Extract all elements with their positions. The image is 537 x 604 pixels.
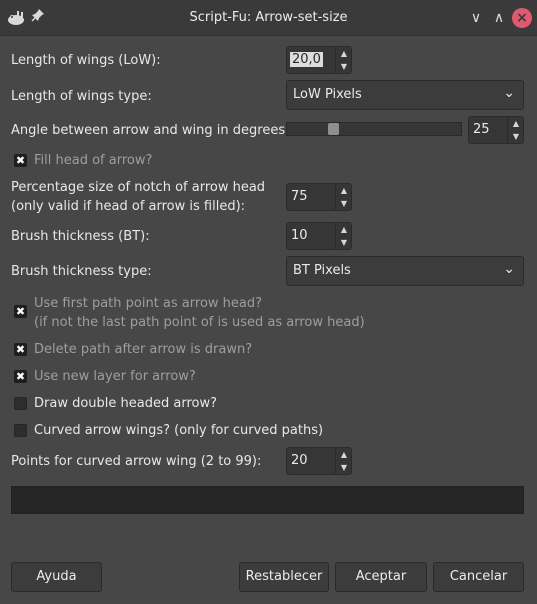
points-increment-icon[interactable]: ▲ xyxy=(336,448,352,461)
low-label: Length of wings (LoW): xyxy=(11,53,161,68)
bt-spinbox[interactable]: 10 ▲ ▼ xyxy=(286,222,352,250)
title-bar: Script-Fu: Arrow-set-size ∨ ∧ × xyxy=(0,0,537,36)
bt-increment-icon[interactable]: ▲ xyxy=(336,223,352,236)
new-layer-checkbox[interactable]: ✖ xyxy=(14,370,27,383)
points-spinbox[interactable]: 20 ▲ ▼ xyxy=(286,447,352,475)
angle-slider-handle[interactable] xyxy=(328,123,339,135)
curved-label: Curved arrow wings? (only for curved pat… xyxy=(34,423,324,438)
points-decrement-icon[interactable]: ▼ xyxy=(336,461,352,474)
notch-label-line1: Percentage size of notch of arrow head xyxy=(11,180,266,195)
points-label: Points for curved arrow wing (2 to 99): xyxy=(11,454,262,469)
low-decrement-icon[interactable]: ▼ xyxy=(336,60,352,73)
bt-type-select[interactable]: BT Pixels ⌄ xyxy=(286,256,524,286)
reset-button[interactable]: Restablecer xyxy=(239,562,329,592)
first-point-label-line2: (if not the last path point of is used a… xyxy=(34,315,365,330)
delete-path-label: Delete path after arrow is drawn? xyxy=(34,342,253,357)
ok-button[interactable]: Aceptar xyxy=(335,562,427,592)
low-spinbox[interactable]: 20,0 ▲ ▼ xyxy=(286,46,352,74)
double-head-label: Draw double headed arrow? xyxy=(34,396,217,411)
close-icon[interactable]: × xyxy=(512,8,532,28)
bt-type-label: Brush thickness type: xyxy=(11,264,152,279)
low-increment-icon[interactable]: ▲ xyxy=(336,47,352,60)
chevron-down-icon: ⌄ xyxy=(503,85,515,101)
maximize-icon[interactable]: ∧ xyxy=(489,8,509,28)
low-type-value: LoW Pixels xyxy=(293,87,362,102)
cancel-button[interactable]: Cancelar xyxy=(433,562,524,592)
fill-head-checkbox[interactable]: ✖ xyxy=(14,154,27,167)
angle-spinbox[interactable]: 25 ▲ ▼ xyxy=(468,116,524,144)
minimize-icon[interactable]: ∨ xyxy=(466,8,486,28)
angle-slider[interactable] xyxy=(286,122,462,136)
help-button[interactable]: Ayuda xyxy=(11,562,102,592)
low-type-label: Length of wings type: xyxy=(11,89,152,104)
first-point-label-line1: Use first path point as arrow head? xyxy=(34,296,263,311)
low-value[interactable]: 20,0 xyxy=(290,52,323,67)
notch-decrement-icon[interactable]: ▼ xyxy=(336,197,352,210)
angle-decrement-icon[interactable]: ▼ xyxy=(508,130,524,143)
first-point-checkbox[interactable]: ✖ xyxy=(14,305,27,318)
notch-spinbox[interactable]: 75 ▲ ▼ xyxy=(286,183,352,211)
low-type-select[interactable]: LoW Pixels ⌄ xyxy=(286,80,524,110)
fill-head-label: Fill head of arrow? xyxy=(34,153,153,168)
double-head-checkbox[interactable] xyxy=(14,397,27,410)
bt-value[interactable]: 10 xyxy=(291,228,308,243)
bt-decrement-icon[interactable]: ▼ xyxy=(336,236,352,249)
notch-value[interactable]: 75 xyxy=(291,189,308,204)
bt-type-value: BT Pixels xyxy=(293,263,351,278)
new-layer-label: Use new layer for arrow? xyxy=(34,369,196,384)
points-value[interactable]: 20 xyxy=(291,453,308,468)
angle-increment-icon[interactable]: ▲ xyxy=(508,117,524,130)
angle-value[interactable]: 25 xyxy=(473,122,490,137)
curved-checkbox[interactable] xyxy=(14,424,27,437)
notch-increment-icon[interactable]: ▲ xyxy=(336,184,352,197)
chevron-down-icon: ⌄ xyxy=(503,261,515,277)
window-title: Script-Fu: Arrow-set-size xyxy=(189,10,348,25)
bt-label: Brush thickness (BT): xyxy=(11,229,150,244)
angle-label: Angle between arrow and wing in degrees: xyxy=(11,123,290,138)
notch-label-line2: (only valid if head of arrow is filled): xyxy=(11,199,246,214)
progress-bar xyxy=(11,486,524,514)
delete-path-checkbox[interactable]: ✖ xyxy=(14,343,27,356)
